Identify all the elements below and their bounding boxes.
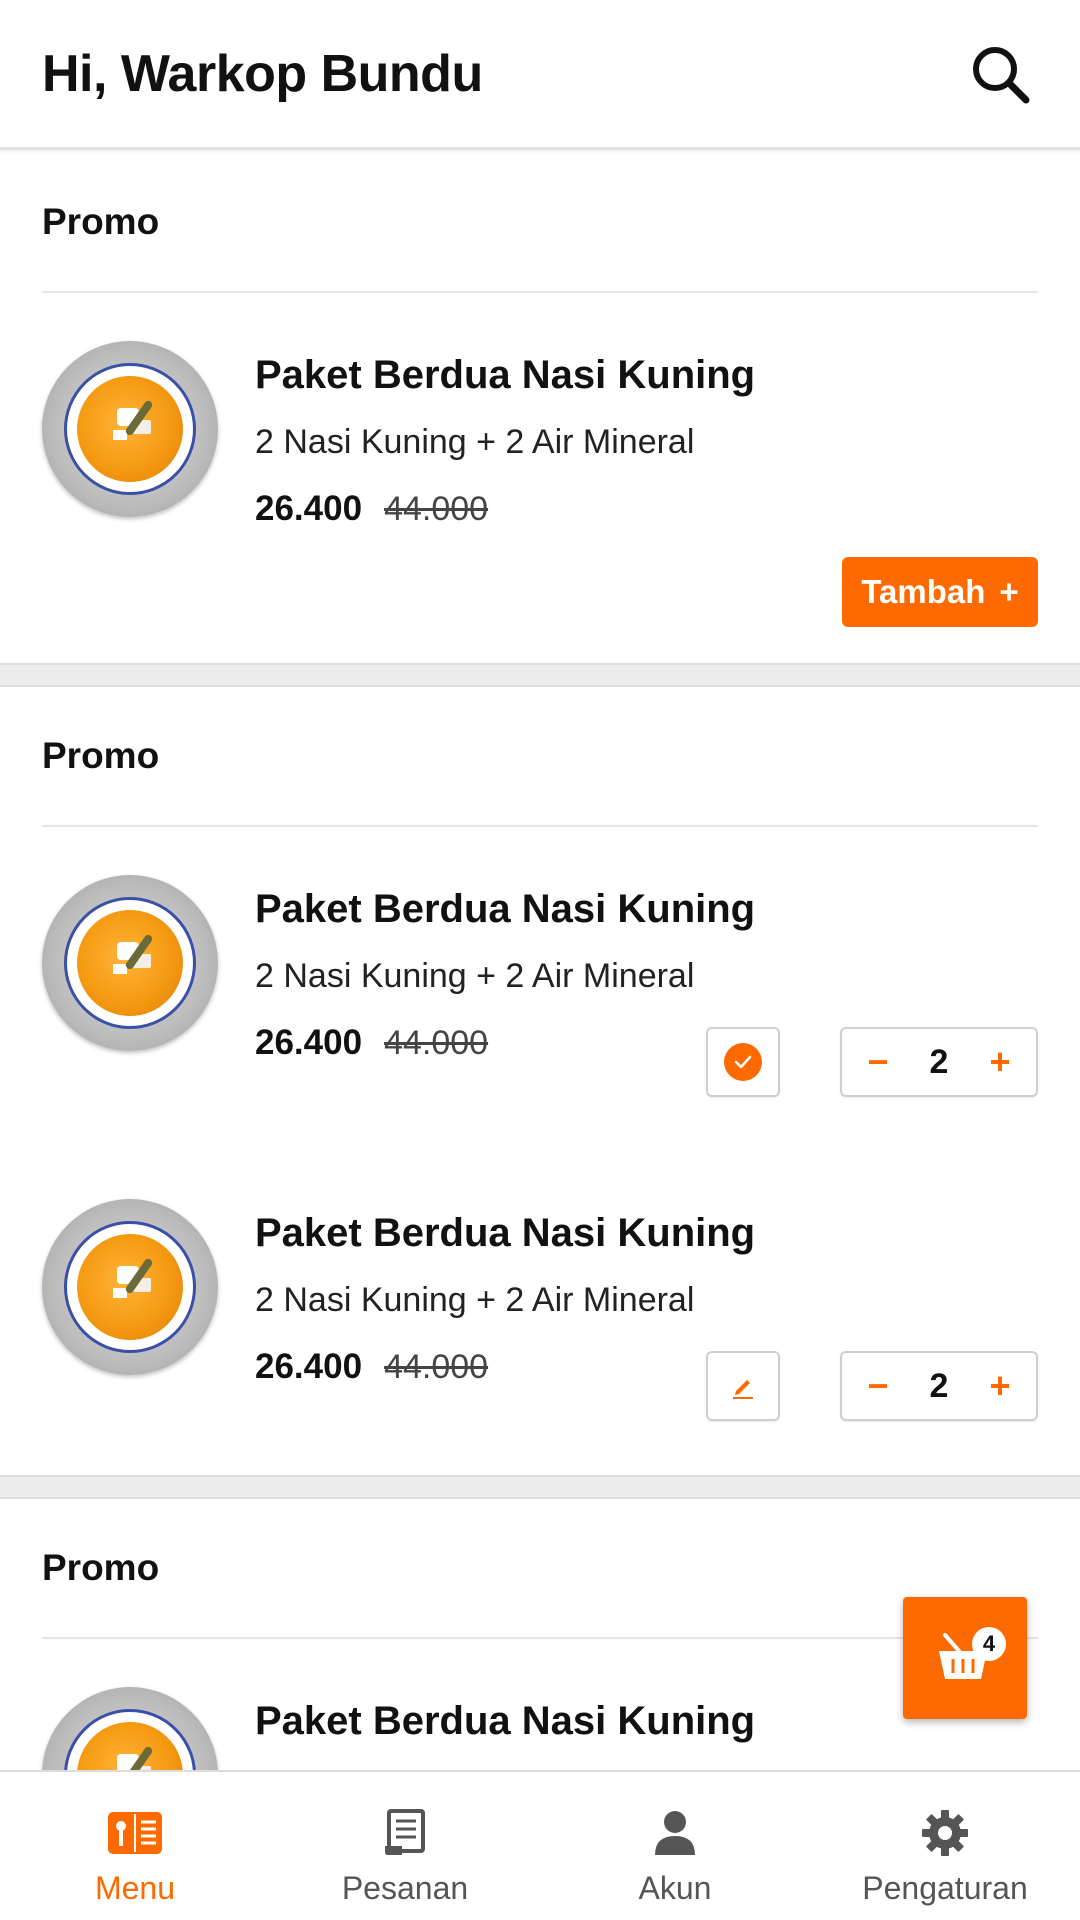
food-image — [42, 341, 218, 517]
menu-item: Paket Berdua Nasi Kuning 2 Nasi Kuning +… — [42, 1151, 1038, 1475]
item-name: Paket Berdua Nasi Kuning — [255, 353, 756, 397]
page-title: Hi, Warkop Bundu — [42, 44, 483, 103]
food-image — [42, 875, 218, 1051]
item-description: 2 Nasi Kuning + 2 Air Mineral — [255, 1281, 695, 1319]
pencil-icon — [733, 1380, 753, 1399]
promo-section: Promo Paket Berdua Nasi Kuning 2 Nasi Ku… — [0, 687, 1080, 1475]
note-button[interactable] — [706, 1027, 780, 1097]
item-description: 2 Nasi Kuning + 2 Air Mineral — [255, 423, 695, 461]
nav-label: Akun — [638, 1870, 712, 1906]
item-old-price: 44.000 — [384, 490, 489, 528]
item-name: Paket Berdua Nasi Kuning — [255, 887, 756, 931]
quantity-stepper: − 2 + — [840, 1027, 1038, 1097]
price-row: 26.400 44.000 — [255, 1023, 488, 1063]
increase-button[interactable]: + — [980, 1368, 1020, 1404]
food-image — [42, 1199, 218, 1375]
quantity-value: 2 — [929, 1366, 949, 1405]
nav-item-akun[interactable]: Akun — [540, 1772, 810, 1920]
section-divider — [0, 1475, 1080, 1499]
section-title: Promo — [42, 687, 1038, 827]
search-button[interactable] — [965, 39, 1035, 109]
menu-item: Paket Berdua Nasi Kuning 2 Nasi Kuning +… — [42, 293, 1038, 663]
search-icon — [973, 46, 1030, 103]
nav-label: Pesanan — [341, 1870, 469, 1906]
section-title: Promo — [42, 153, 1038, 293]
increase-button[interactable]: + — [980, 1044, 1020, 1080]
section-divider — [0, 663, 1080, 687]
cart-count-badge: 4 — [972, 1627, 1006, 1661]
item-name: Paket Berdua Nasi Kuning — [255, 1211, 756, 1255]
bottom-navigation: Menu Pesanan Akun Pengaturan — [0, 1770, 1080, 1920]
plus-icon: + — [999, 573, 1019, 610]
menu-book-icon — [106, 1806, 164, 1860]
item-price: 26.400 — [255, 1347, 363, 1386]
menu-item: Paket Berdua Nasi Kuning 2 Nasi Kuning +… — [42, 827, 1038, 1151]
item-name: Paket Berdua Nasi Kuning — [255, 1699, 756, 1743]
menu-list[interactable]: Promo Paket Berdua Nasi Kuning 2 Nasi Ku… — [0, 153, 1080, 1770]
gear-icon — [921, 1806, 969, 1860]
price-row: 26.400 44.000 — [255, 1347, 488, 1387]
section-title: Promo — [42, 1499, 1038, 1639]
decrease-button[interactable]: − — [858, 1368, 898, 1404]
item-price: 26.400 — [255, 1023, 363, 1062]
receipt-icon — [382, 1806, 428, 1860]
quantity-stepper: − 2 + — [840, 1351, 1038, 1421]
person-icon — [653, 1806, 697, 1860]
nav-label: Pengaturan — [862, 1870, 1028, 1906]
item-description: 2 Nasi Kuning + 2 Air Mineral — [255, 957, 695, 995]
add-button[interactable]: Tambah + — [842, 557, 1038, 627]
edit-note-button[interactable] — [706, 1351, 780, 1421]
decrease-button[interactable]: − — [858, 1044, 898, 1080]
price-row: 26.400 44.000 — [255, 489, 488, 529]
check-icon — [724, 1043, 762, 1081]
cart-button[interactable]: 4 — [903, 1597, 1027, 1719]
app-bar: Hi, Warkop Bundu — [0, 0, 1080, 150]
item-old-price: 44.000 — [384, 1024, 489, 1062]
add-button-label: Tambah — [861, 573, 986, 610]
nav-item-pesanan[interactable]: Pesanan — [270, 1772, 540, 1920]
food-image — [42, 1687, 218, 1770]
item-old-price: 44.000 — [384, 1348, 489, 1386]
menu-item: Paket Berdua Nasi Kuning — [42, 1639, 1038, 1770]
promo-section: Promo Paket Berdua Nasi Kuning 2 Nasi Ku… — [0, 153, 1080, 663]
nav-label: Menu — [94, 1870, 176, 1906]
nav-item-pengaturan[interactable]: Pengaturan — [810, 1772, 1080, 1920]
quantity-value: 2 — [929, 1042, 949, 1081]
nav-item-menu[interactable]: Menu — [0, 1772, 270, 1920]
item-price: 26.400 — [255, 489, 363, 528]
